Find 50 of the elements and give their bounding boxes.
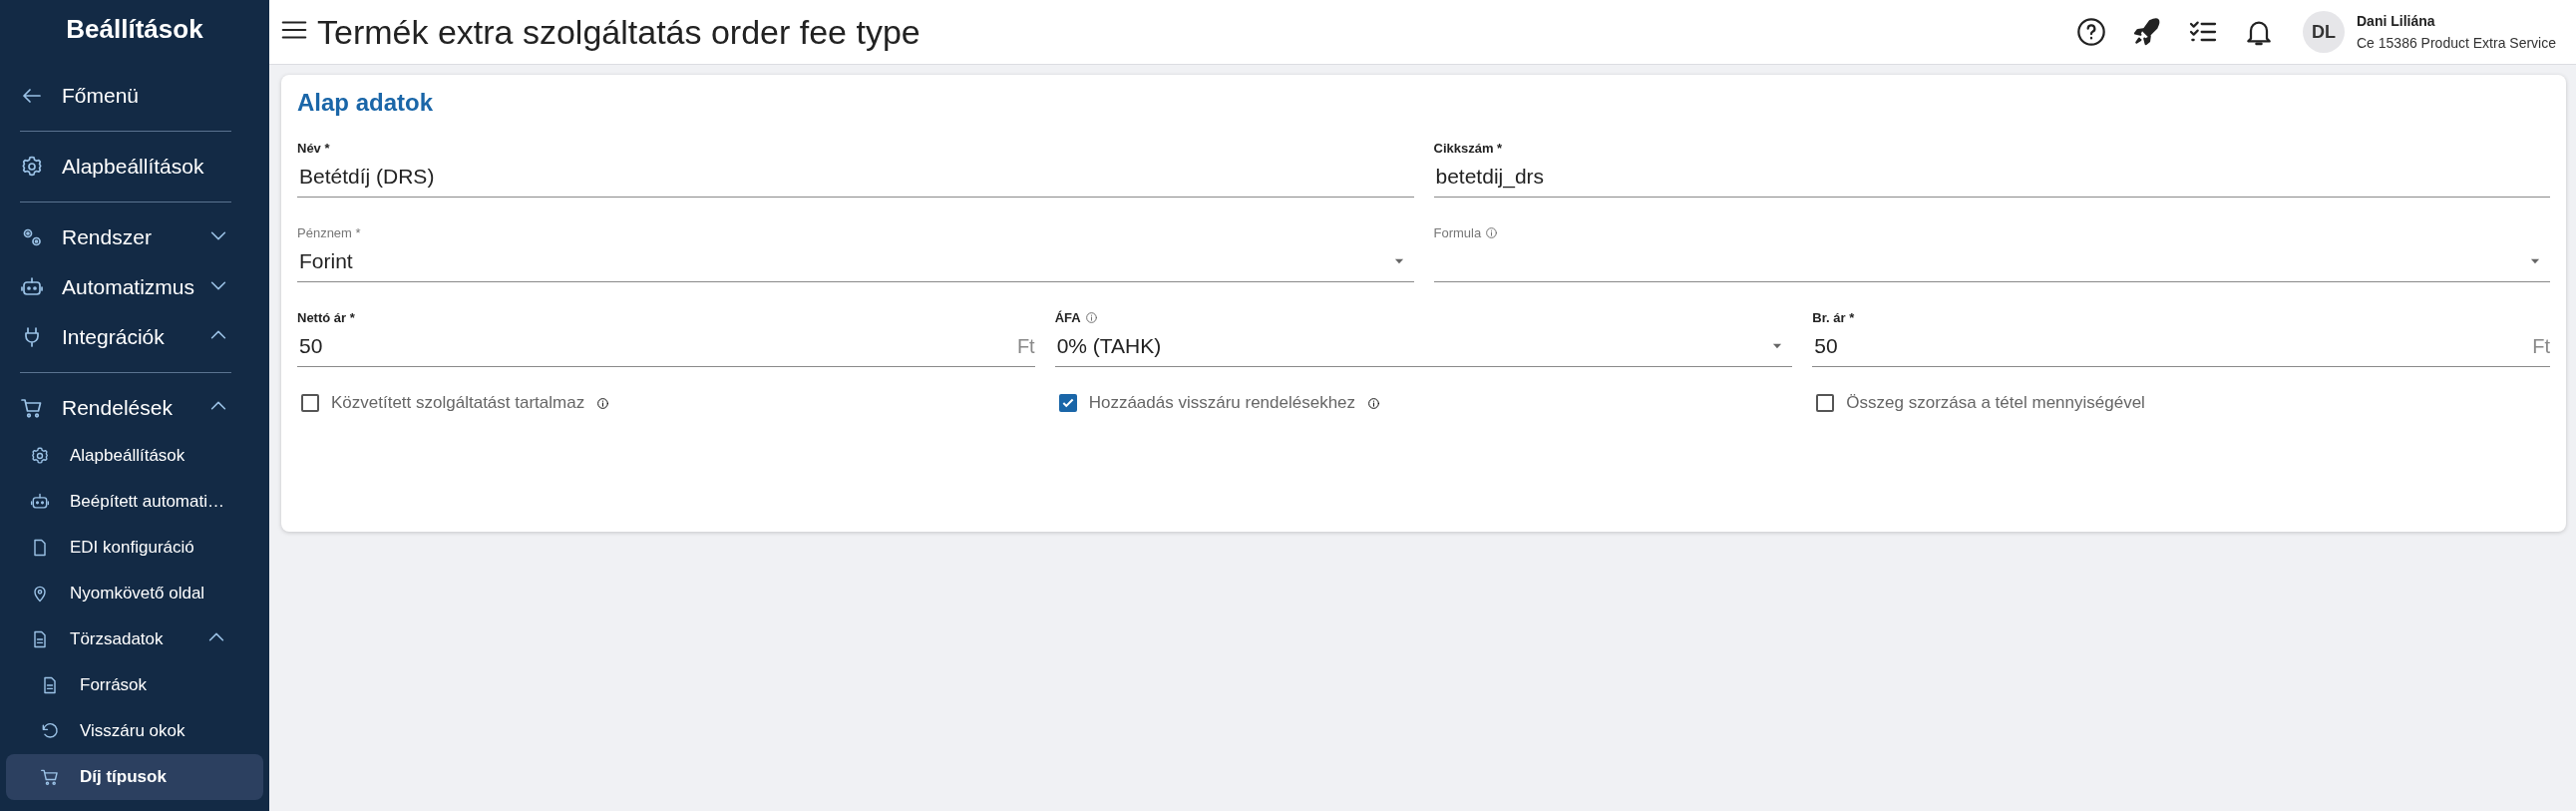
field-label: Br. ár * [1812, 309, 1855, 325]
settings-icon [20, 155, 44, 179]
sidebar-item[interactable]: Alapbeállítások [6, 433, 263, 479]
text-field[interactable]: 50 Ft [1812, 326, 2550, 367]
sidebar-item[interactable]: EDI konfiguráció [6, 525, 263, 571]
text-field[interactable]: betetdij_drs [1433, 157, 2550, 198]
checkbox[interactable] [1058, 394, 1077, 412]
undo-icon [40, 721, 60, 741]
page-title: Termék extra szolgáltatás order fee type [317, 12, 921, 52]
sidebar-item[interactable]: Rendszer [6, 212, 263, 262]
info-icon [1084, 310, 1098, 324]
select-field[interactable]: Forint [297, 241, 1414, 282]
user-name: Dani Liliána [2357, 13, 2436, 29]
select-field[interactable]: 0% (TAHK) [1054, 326, 1793, 367]
cart-icon [40, 767, 60, 787]
sidebar-item[interactable]: Integrációk [6, 312, 263, 362]
info-icon [596, 396, 610, 410]
field-label: Név * [297, 140, 330, 156]
info-icon [1485, 225, 1499, 239]
sidebar-item[interactable]: Források [6, 662, 263, 708]
checkbox-label: Összeg szorzása a tétel mennyiségével [1846, 393, 2145, 413]
checkbox[interactable] [1816, 394, 1835, 412]
sidebar-item[interactable]: Rendelések [6, 383, 263, 433]
text-field[interactable]: Betétdíj (DRS) [297, 157, 1414, 198]
checkbox[interactable] [301, 394, 319, 412]
checkbox-label: Közvetített szolgáltatást tartalmaz [331, 393, 585, 413]
sidebar-item[interactable]: Főmenü [6, 71, 263, 121]
user-subtitle: Ce 15386 Product Extra Service [2357, 35, 2556, 51]
settings-icon [30, 446, 50, 466]
sidebar-item[interactable]: Nyomkövető oldal [6, 571, 263, 616]
cart-icon [20, 396, 44, 420]
sidebar-item[interactable]: Díj típusok [6, 754, 263, 800]
robot-icon [30, 492, 50, 512]
field-label: ÁFA [1054, 309, 1081, 325]
sidebar-item[interactable]: Automatizmus [6, 262, 263, 312]
help-icon [2075, 16, 2107, 48]
field-label: Nettó ár * [297, 309, 355, 325]
info-icon [1367, 396, 1381, 410]
avatar[interactable]: DL [2303, 11, 2345, 53]
text-field[interactable]: 50 Ft [297, 326, 1035, 367]
checkbox-label: Hozzáadás visszáru rendelésekhez [1088, 393, 1356, 413]
sidebar-item[interactable]: Visszáru okok [6, 708, 263, 754]
field-label: Formula [1433, 224, 1482, 240]
sidebar-item[interactable]: Törzsadatok [6, 616, 263, 662]
field-label: Cikkszám * [1433, 140, 1503, 156]
card-title: Alap adatok [297, 89, 435, 117]
sidebar-item[interactable]: Alapbeállítások [6, 142, 263, 192]
sidebar-title: Beállítások [65, 13, 204, 46]
field-label: Pénznem * [297, 224, 361, 240]
sidebar-item[interactable]: Beépített automati… [6, 479, 263, 525]
